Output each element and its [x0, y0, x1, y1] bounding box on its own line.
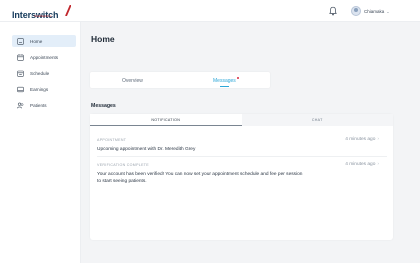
sidebar-item-appointments[interactable]: Appointments [12, 51, 76, 63]
tab-messages[interactable]: Messages [213, 78, 236, 84]
message-tabs: NOTIFICATION CHAT [90, 114, 393, 126]
top-bar: Interswitch TeleMedicine Chiamaka ⌄ [0, 0, 420, 22]
section-title: Messages [91, 103, 116, 109]
sidebar-item-home[interactable]: Home [12, 35, 76, 47]
active-tab-indicator [220, 86, 229, 87]
notification-time: 4 minutes ago › [345, 137, 379, 142]
read-mark-icon: › [377, 162, 379, 167]
notification-time-text: 4 minutes ago [345, 162, 376, 167]
read-mark-icon: › [377, 137, 379, 142]
users-icon [16, 101, 24, 109]
calendar-schedule-icon [16, 69, 24, 77]
tab-notification[interactable]: NOTIFICATION [90, 114, 242, 126]
avatar [351, 6, 361, 16]
messages-card: NOTIFICATION CHAT APPOINTMENT Upcoming a… [90, 114, 393, 240]
notification-time-text: 4 minutes ago [345, 137, 376, 142]
sidebar-item-schedule[interactable]: Schedule [12, 67, 76, 79]
tab-chat[interactable]: CHAT [241, 114, 393, 126]
main-content: Home Overview Messages Messages NOTIFICA… [82, 22, 420, 263]
sidebar-item-patients[interactable]: Patients [12, 99, 76, 111]
bell-icon[interactable] [329, 6, 337, 16]
sidebar-item-label: Appointments [30, 54, 59, 60]
user-name: Chiamaka [364, 8, 385, 14]
notification-time: 4 minutes ago › [345, 162, 379, 167]
logo-slash-icon [65, 5, 71, 16]
brand-tagline: TeleMedicine [34, 14, 52, 18]
tab-bar [90, 72, 270, 88]
user-menu[interactable]: Chiamaka ⌄ [351, 4, 390, 18]
wallet-icon [16, 85, 24, 93]
sidebar-item-earnings[interactable]: Earnings [12, 83, 76, 95]
brand-logo[interactable]: Interswitch TeleMedicine [12, 5, 71, 20]
divider [97, 156, 387, 157]
chevron-down-icon: ⌄ [386, 8, 390, 14]
page-title: Home [91, 34, 115, 44]
notification-category: VERIFICATION COMPLETE [97, 163, 149, 167]
sidebar-item-label: Schedule [30, 70, 50, 76]
sidebar-item-label: Earnings [30, 86, 49, 92]
notification-category: APPOINTMENT [97, 138, 127, 142]
unread-dot [237, 77, 239, 79]
calendar-icon [16, 53, 24, 61]
sidebar: Home Appointments Schedule Earnings Pati… [0, 22, 81, 263]
sidebar-item-label: Patients [30, 102, 47, 108]
home-icon [16, 37, 24, 45]
tab-overview[interactable]: Overview [122, 78, 143, 84]
sidebar-item-label: Home [30, 38, 43, 44]
list-item[interactable]: VERIFICATION COMPLETE Your account has b… [97, 162, 387, 185]
notification-text: Your account has been verified! You can … [97, 172, 303, 184]
list-item[interactable]: APPOINTMENT Upcoming appointment with Dr… [97, 137, 387, 153]
notification-text: Upcoming appointment with Dr. Meredith G… [97, 147, 196, 152]
